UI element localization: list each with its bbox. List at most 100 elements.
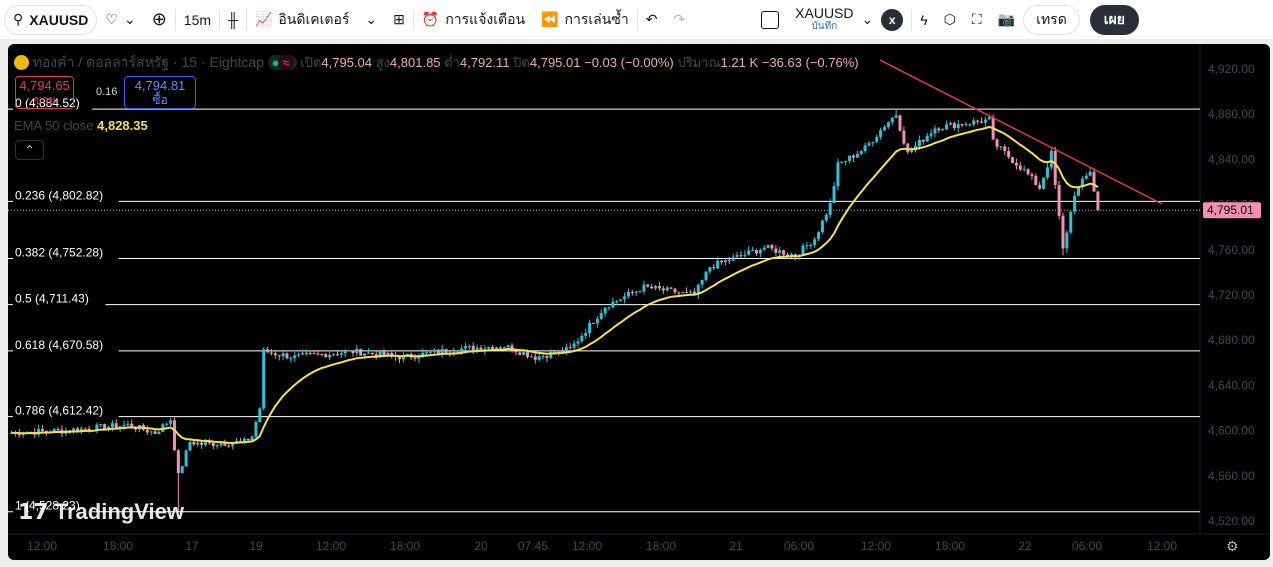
tradingview-logo: 𝟭𝟳 TradingView — [18, 499, 184, 525]
candle-body — [840, 161, 844, 163]
chart-canvas[interactable]: 4,920.004,880.004,840.004,800.004,760.00… — [8, 44, 1270, 560]
candle-body — [487, 346, 491, 349]
buy-price: 4,794.81 — [134, 78, 186, 93]
candle-body — [1069, 211, 1073, 233]
candle-body — [879, 130, 883, 137]
snapshot-button[interactable]: 📷 — [990, 5, 1023, 35]
candle-body — [467, 345, 471, 347]
candle-body — [689, 291, 692, 293]
candle-body — [638, 291, 642, 293]
close-value: 4,795.01 — [529, 55, 581, 70]
alarm-icon: ⏰ — [421, 11, 440, 27]
candle-body — [522, 352, 526, 355]
indicators-button[interactable]: 📈 อินดิเคเตอร์ ⌄ — [247, 5, 385, 35]
indicators-label: อินดิเคเตอร์ — [278, 10, 350, 27]
diamond-icon: ♡ — [105, 11, 118, 27]
candle-body — [355, 348, 359, 354]
candle-body — [1022, 169, 1026, 171]
candle-body — [537, 356, 541, 360]
sell-button[interactable]: 4,794.65 ขาย — [15, 76, 74, 109]
account-dropdown[interactable]: ♡ ⌄ — [97, 5, 143, 35]
candle-body — [1049, 150, 1053, 168]
close-layout-button[interactable]: x — [873, 5, 911, 35]
candle-body — [266, 349, 270, 353]
candle-body — [200, 442, 204, 445]
candle-body — [945, 124, 949, 130]
candle-body — [165, 423, 169, 425]
rewind-icon: ⏪ — [541, 11, 559, 27]
compare-button[interactable]: ⊕ — [144, 5, 175, 35]
candle-body — [359, 348, 363, 356]
candle-body — [646, 284, 650, 287]
alerts-label: การแจ้งเตือน — [445, 10, 526, 27]
price-tick: 4,720.00 — [1208, 288, 1255, 302]
layout-menu[interactable]: XAUUSD บันทึก — [787, 5, 861, 35]
fullscreen-button[interactable]: ⛶ — [964, 5, 990, 35]
candle-body — [770, 245, 774, 249]
candle-body — [56, 429, 60, 431]
axis-settings-button[interactable]: ⚙ — [1226, 538, 1239, 555]
candle-body — [673, 288, 677, 293]
candle-body — [560, 350, 564, 353]
candle-body — [747, 250, 751, 255]
buy-button[interactable]: 4,794.81 ซื้อ — [124, 76, 196, 109]
candle-body — [762, 247, 766, 250]
candle-body — [180, 466, 184, 473]
undo-button[interactable]: ↶ — [638, 5, 666, 35]
chart-pane[interactable]: 4,920.004,880.004,840.004,800.004,760.00… — [8, 44, 1270, 560]
top-toolbar: ⚲ XAUUSD ♡ ⌄ ⊕ 15m ╫ 📈 อินดิเคเตอร์ ⌄ ⊞ ⏰ การ… — [0, 0, 1273, 39]
collapse-legend-button[interactable]: ⌃ — [15, 140, 44, 160]
candle-body — [782, 250, 786, 255]
publish-button[interactable]: เผย — [1089, 4, 1139, 35]
candle-body — [242, 438, 246, 442]
low-value: 4,792.11 — [459, 55, 510, 70]
candle-body — [875, 136, 879, 142]
symbol-search[interactable]: ⚲ XAUUSD — [4, 4, 98, 35]
chevron-down-icon: ⌄ — [365, 11, 378, 27]
fullscreen-icon: ⛶ — [971, 11, 982, 27]
candle-body — [848, 155, 852, 161]
candle-body — [285, 353, 289, 359]
quick-search-button[interactable]: ϟ — [912, 5, 935, 35]
templates-button[interactable]: ⊞ — [385, 5, 413, 35]
candle-body — [580, 335, 584, 342]
interval-button[interactable]: 15m — [176, 5, 219, 35]
spread-value: 0.16 — [96, 86, 118, 98]
candle-body — [339, 353, 343, 355]
candle-body — [153, 431, 157, 435]
candle-body — [929, 133, 933, 136]
time-tick: 07:45 — [518, 539, 548, 553]
chart-legend: ทองคำ / ดอลลาร์สหรัฐ · 15 · Eightcap ● ≈ … — [14, 52, 859, 74]
candle-body — [514, 351, 518, 353]
candle-body — [215, 445, 219, 447]
candle-body — [980, 121, 983, 123]
candle-body — [832, 186, 836, 203]
candle-body — [157, 431, 161, 435]
watermark-text: TradingView — [54, 499, 184, 524]
fib-level-label: 0.786 (4,612.42) — [15, 404, 103, 418]
candle-body — [972, 120, 976, 125]
current-price-label: 4,795.01 — [1207, 203, 1254, 217]
candle-body — [654, 286, 658, 289]
candle-body — [184, 450, 188, 467]
candle-body — [623, 296, 627, 300]
candle-body — [463, 346, 467, 349]
layout-checkbox[interactable] — [753, 5, 787, 35]
replay-button[interactable]: ⏪ การเล่นซ้ำ — [533, 5, 637, 35]
redo-button[interactable]: ↷ — [665, 5, 693, 35]
time-tick: 06:00 — [1072, 539, 1102, 553]
chevron-down-icon[interactable]: ⌄ — [862, 11, 874, 28]
candle-body — [324, 354, 328, 358]
candle-body — [968, 124, 972, 126]
trade-button[interactable]: เทรด — [1023, 4, 1080, 35]
chart-type-button[interactable]: ╫ — [220, 5, 246, 35]
candle-body — [1003, 146, 1007, 151]
gear-icon: ⚙ — [1226, 538, 1239, 554]
camera-icon: 📷 — [997, 11, 1016, 27]
candle-body — [890, 117, 894, 123]
alerts-button[interactable]: ⏰ การแจ้งเตือน — [414, 5, 533, 35]
grid-icon: ⊞ — [393, 11, 405, 27]
settings-button[interactable]: ⬡ — [936, 5, 964, 35]
candle-body — [626, 292, 630, 297]
candle-body — [335, 354, 339, 356]
